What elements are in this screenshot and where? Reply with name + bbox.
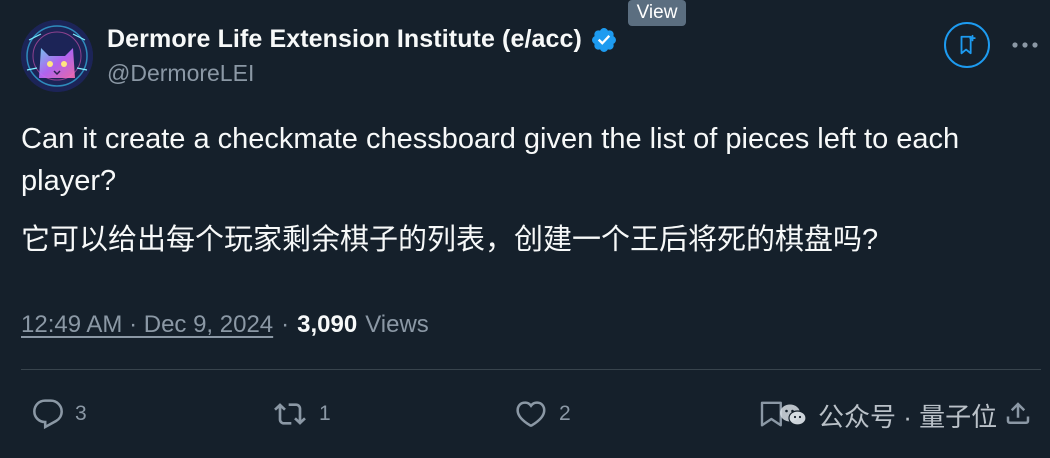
tweet-text-chinese: 它可以给出每个玩家剩余棋子的列表，创建一个王后将死的棋盘吗? bbox=[21, 224, 879, 256]
views-label: Views bbox=[365, 311, 429, 338]
watermark: 公众号 · 量子位 bbox=[778, 393, 997, 437]
meta-separator: · bbox=[281, 311, 290, 338]
like-button[interactable]: 2 bbox=[513, 396, 571, 432]
reply-icon bbox=[33, 399, 63, 430]
repost-count: 1 bbox=[319, 402, 331, 425]
more-options-button[interactable] bbox=[1008, 30, 1042, 60]
tweet-text-english: Can it create a checkmate chessboard giv… bbox=[21, 123, 960, 197]
view-tooltip: View bbox=[628, 0, 686, 26]
cat-avatar-icon bbox=[21, 20, 93, 92]
verified-badge-icon[interactable] bbox=[590, 26, 618, 54]
author-name-row: Dermore Life Extension Institute (e/acc) bbox=[107, 24, 618, 54]
author-handle[interactable]: @DermoreLEI bbox=[107, 60, 254, 87]
divider bbox=[21, 369, 1041, 370]
tweet-meta: 12:49 AM · Dec 9, 2024 · 3,090 Views bbox=[21, 308, 429, 342]
watermark-text: 公众号 · 量子位 bbox=[818, 401, 998, 432]
wechat-logo-icon bbox=[780, 404, 807, 426]
repost-icon bbox=[274, 403, 306, 425]
bookmark-sparkle-icon bbox=[960, 34, 976, 55]
more-dots-icon bbox=[1012, 42, 1038, 48]
like-count: 2 bbox=[559, 402, 571, 425]
heart-icon bbox=[516, 401, 546, 427]
share-icon bbox=[1006, 402, 1030, 424]
repost-button[interactable]: 1 bbox=[271, 396, 331, 432]
reply-button[interactable]: 3 bbox=[31, 396, 87, 432]
views-count[interactable]: 3,090 bbox=[297, 311, 357, 339]
share-button[interactable] bbox=[1003, 396, 1033, 432]
avatar[interactable] bbox=[21, 20, 93, 92]
author-display-name[interactable]: Dermore Life Extension Institute (e/acc) bbox=[107, 25, 582, 54]
timestamp-link[interactable]: 12:49 AM · Dec 9, 2024 bbox=[21, 311, 273, 339]
reply-count: 3 bbox=[75, 402, 87, 425]
grok-button[interactable] bbox=[944, 22, 990, 68]
